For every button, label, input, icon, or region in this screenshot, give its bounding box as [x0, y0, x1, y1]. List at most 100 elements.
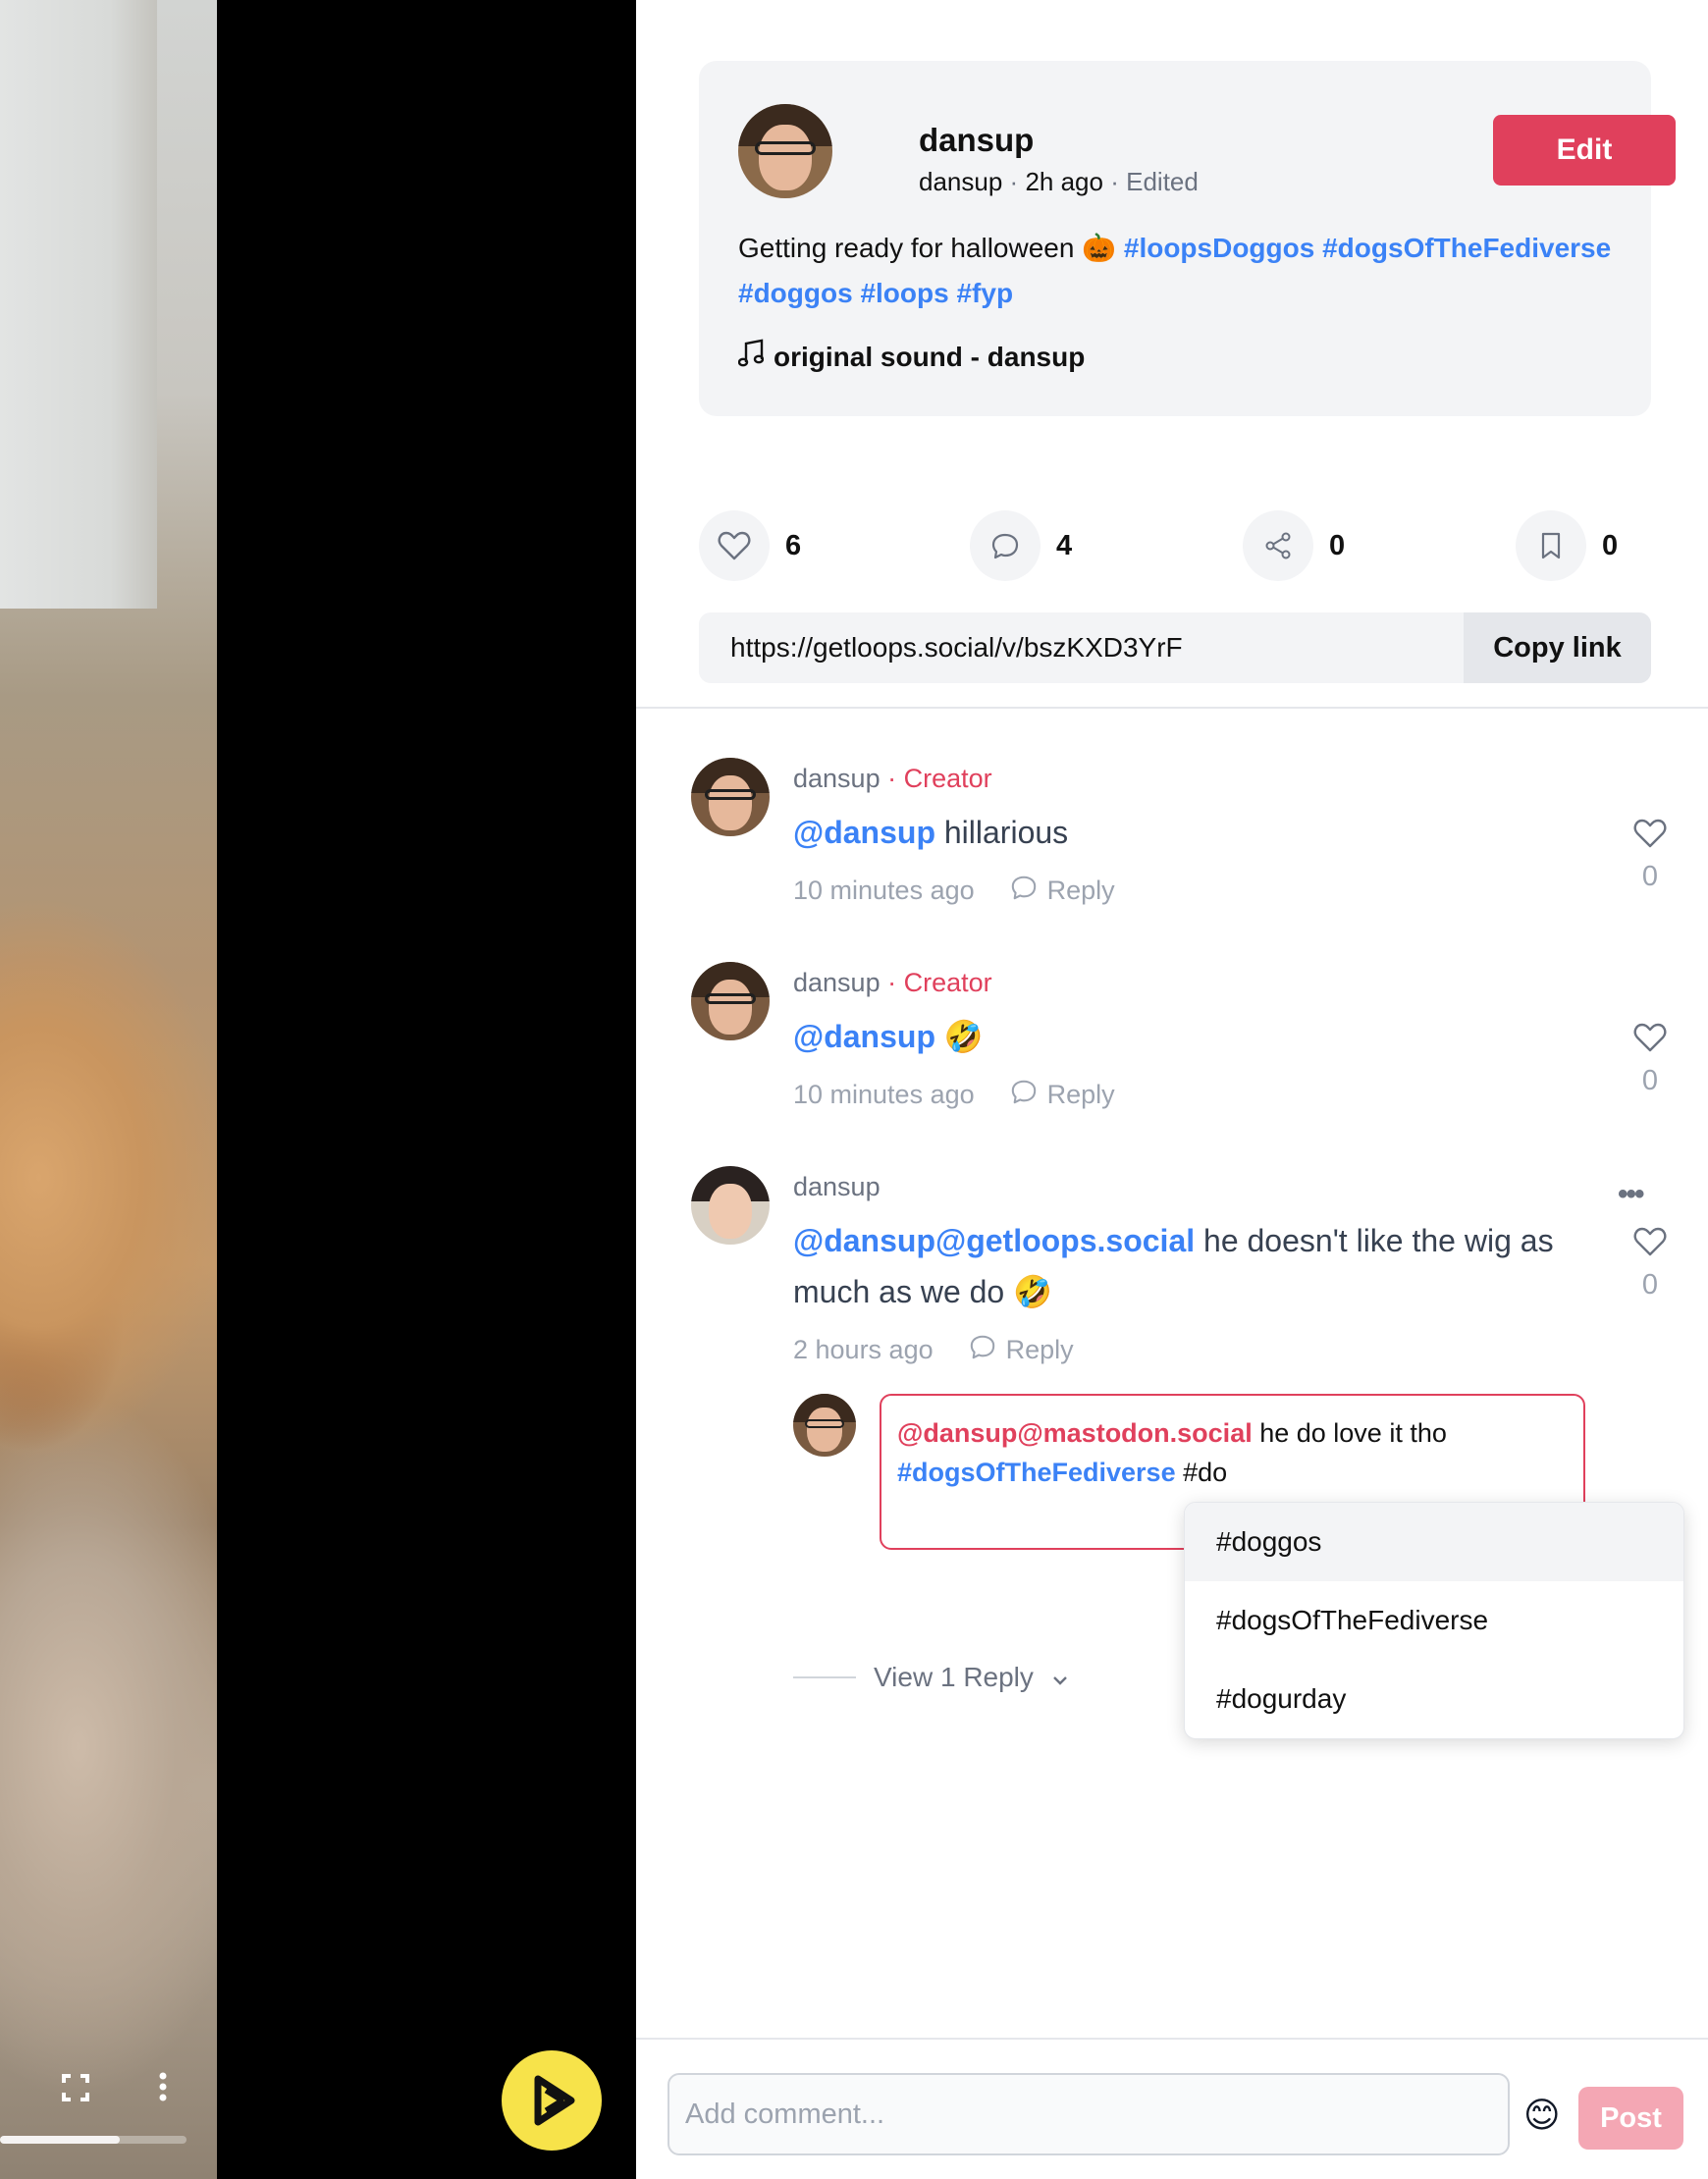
hashtag-link[interactable]: #doggos — [738, 278, 853, 308]
like-stat[interactable]: 6 — [699, 510, 801, 581]
comment-header: dansup — [793, 1172, 881, 1202]
share-link-url[interactable]: https://getloops.social/v/bszKXD3YrF — [730, 632, 1183, 664]
reply-label: Reply — [1046, 1080, 1115, 1109]
reply-composer-avatar — [793, 1394, 856, 1457]
sound-label: original sound - dansup — [774, 341, 1086, 372]
video-progress-fill — [0, 2136, 120, 2144]
video-progress-bar[interactable] — [0, 2136, 187, 2144]
music-note-icon — [737, 339, 765, 375]
comment-body: @dansup@getloops.social he doesn't like … — [793, 1215, 1578, 1317]
comment-avatar[interactable] — [691, 758, 770, 836]
bookmark-stat[interactable]: 0 — [1516, 510, 1618, 581]
mention-link[interactable]: @dansup@getloops.social — [793, 1223, 1195, 1258]
comment-time: 2 hours ago — [793, 1335, 934, 1364]
comment-composer: 😊 Post — [636, 2038, 1708, 2179]
hashtag-autocomplete: #doggos #dogsOfTheFediverse #dogurday — [1184, 1502, 1684, 1739]
comment-body: @dansup 🤣 — [793, 1011, 1578, 1062]
creator-badge: · Creator — [887, 968, 992, 997]
comment-avatar[interactable] — [691, 962, 770, 1040]
reply-label: Reply — [1046, 876, 1115, 905]
post-meta: dansup · 2h ago · Edited — [919, 167, 1199, 197]
comment-like-count: 0 — [1641, 1065, 1659, 1096]
comment-input[interactable] — [667, 2073, 1510, 2155]
hashtag-link[interactable]: #dogsOfTheFediverse — [1322, 233, 1611, 263]
heart-icon[interactable] — [1633, 819, 1667, 852]
reply-button[interactable]: Reply — [969, 1333, 1074, 1367]
more-options-icon[interactable]: ••• — [1618, 1178, 1644, 1211]
like-count: 6 — [785, 529, 802, 561]
post-author-name[interactable]: dansup — [919, 122, 1034, 159]
comment-avatar[interactable] — [691, 1166, 770, 1245]
post-time: 2h ago — [1025, 167, 1103, 196]
reply-button[interactable]: Reply — [1010, 1078, 1115, 1112]
app-root: dansup dansup · 2h ago · Edited Edit Get… — [0, 0, 1708, 2179]
comment-stat[interactable]: 4 — [970, 510, 1072, 581]
sound-link[interactable]: original sound - dansup — [737, 339, 1086, 375]
post-username[interactable]: dansup — [919, 167, 1002, 196]
autocomplete-option[interactable]: #doggos — [1185, 1503, 1683, 1581]
comment-like[interactable]: 0 — [1616, 819, 1684, 893]
comment-header: dansup · Creator — [793, 968, 992, 998]
post-button[interactable]: Post — [1578, 2087, 1683, 2150]
reply-text: he do love it tho — [1252, 1418, 1447, 1448]
hashtag-link[interactable]: #loops — [860, 278, 948, 308]
comment-header: dansup · Creator — [793, 764, 992, 794]
comment-author[interactable]: dansup — [793, 1172, 881, 1201]
video-frame-wall — [0, 0, 157, 609]
autocomplete-option[interactable]: #dogsOfTheFediverse — [1185, 1581, 1683, 1660]
vertical-dots-icon[interactable] — [157, 2071, 169, 2109]
video-player[interactable] — [0, 0, 636, 2179]
reply-button[interactable]: Reply — [1010, 874, 1115, 908]
comment-meta: 2 hours ago Reply — [793, 1333, 1074, 1367]
section-divider — [636, 707, 1708, 709]
comment-like-count: 0 — [1641, 1269, 1659, 1301]
reply-bubble-icon — [1010, 874, 1038, 908]
comment-meta: 10 minutes ago Reply — [793, 1078, 1115, 1112]
bookmark-icon[interactable] — [1516, 510, 1586, 581]
hashtag-link[interactable]: #fyp — [956, 278, 1013, 308]
comment-like[interactable]: 0 — [1616, 1023, 1684, 1097]
reply-typing: #do — [1175, 1458, 1228, 1487]
comment-meta: 10 minutes ago Reply — [793, 874, 1115, 908]
engagement-stats: 6 4 0 0 — [699, 510, 1651, 581]
view-replies-label: View 1 Reply — [874, 1662, 1034, 1692]
heart-icon[interactable] — [699, 510, 770, 581]
details-panel: dansup dansup · 2h ago · Edited Edit Get… — [636, 0, 1708, 2179]
mention-link[interactable]: @dansup — [793, 815, 935, 850]
loops-play-logo[interactable] — [502, 2050, 602, 2151]
emoji-picker-icon[interactable]: 😊 — [1523, 2095, 1561, 2136]
heart-icon[interactable] — [1633, 1023, 1667, 1056]
edit-button[interactable]: Edit — [1493, 115, 1676, 186]
pumpkin-emoji: 🎃 — [1082, 233, 1117, 263]
heart-icon[interactable] — [1633, 1227, 1667, 1260]
comment-like-count: 0 — [1641, 861, 1659, 892]
reply-bubble-icon — [1010, 1078, 1038, 1112]
share-icon[interactable] — [1243, 510, 1313, 581]
reply-label: Reply — [1005, 1335, 1074, 1364]
mention-link[interactable]: @dansup — [793, 1019, 935, 1054]
comment-author[interactable]: dansup — [793, 968, 881, 997]
fullscreen-icon[interactable] — [61, 2073, 90, 2109]
bookmark-count: 0 — [1602, 529, 1619, 561]
autocomplete-option[interactable]: #dogurday — [1185, 1660, 1683, 1738]
edited-label: Edited — [1126, 167, 1199, 196]
view-replies-line — [793, 1676, 856, 1678]
meta-separator: · — [1110, 167, 1119, 196]
caption-text: Getting ready for halloween — [738, 233, 1075, 263]
hashtag-link[interactable]: #loopsDoggos — [1124, 233, 1314, 263]
comment-time: 10 minutes ago — [793, 876, 975, 905]
comment-time: 10 minutes ago — [793, 1080, 975, 1109]
video-frame[interactable] — [0, 0, 217, 2179]
comment-body: @dansup hillarious — [793, 807, 1578, 858]
comment-author[interactable]: dansup — [793, 764, 881, 793]
copy-link-button[interactable]: Copy link — [1464, 612, 1651, 683]
view-replies-button[interactable]: View 1 Reply — [793, 1662, 1069, 1693]
post-caption: Getting ready for halloween 🎃 #loopsDogg… — [738, 226, 1622, 316]
comment-like[interactable]: 0 — [1616, 1227, 1684, 1302]
share-stat[interactable]: 0 — [1243, 510, 1345, 581]
comment-text: hillarious — [934, 815, 1069, 850]
comment-bubble-icon[interactable] — [970, 510, 1041, 581]
post-author-avatar[interactable] — [738, 104, 832, 198]
comment-count: 4 — [1056, 529, 1073, 561]
reply-hashtag: #dogsOfTheFediverse — [897, 1458, 1176, 1487]
